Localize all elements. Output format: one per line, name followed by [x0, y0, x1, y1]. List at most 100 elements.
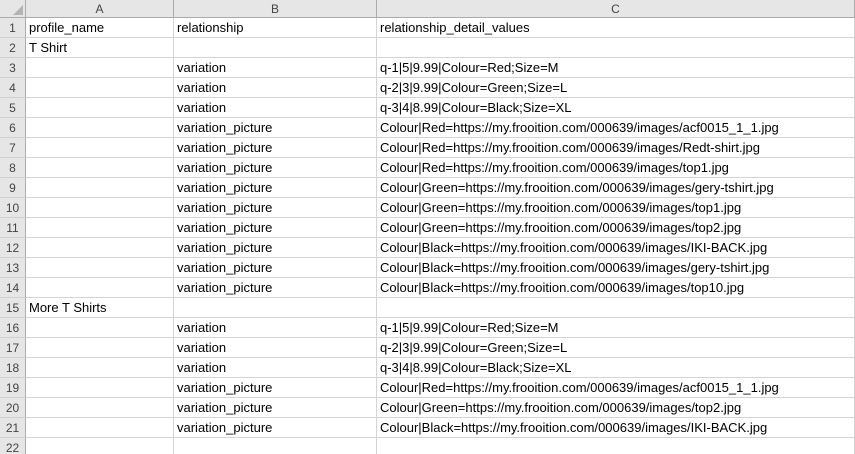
cell-b[interactable]: variation_picture: [174, 418, 377, 438]
row-header[interactable]: 16: [0, 318, 26, 338]
cell-a[interactable]: profile_name: [26, 18, 174, 38]
row-header[interactable]: 14: [0, 278, 26, 298]
row-header[interactable]: 18: [0, 358, 26, 378]
cell-a[interactable]: [26, 438, 174, 454]
row-header[interactable]: 20: [0, 398, 26, 418]
cell-c[interactable]: [377, 298, 855, 318]
cell-a[interactable]: [26, 78, 174, 98]
cell-a[interactable]: [26, 138, 174, 158]
cell-b[interactable]: variation_picture: [174, 198, 377, 218]
row-header[interactable]: 15: [0, 298, 26, 318]
select-all-button[interactable]: [0, 0, 26, 18]
table-row: 4 variation q-2|3|9.99|Colour=Green;Size=L: [0, 78, 855, 98]
cell-c[interactable]: Colour|Green=https://my.frooition.com/00…: [377, 178, 855, 198]
row-header[interactable]: 22: [0, 438, 26, 454]
cell-c[interactable]: q-3|4|8.99|Colour=Black;Size=XL: [377, 98, 855, 118]
table-row: 11 variation_picture Colour|Green=https://…: [0, 218, 855, 238]
cell-b[interactable]: variation: [174, 318, 377, 338]
cell-b[interactable]: variation_picture: [174, 218, 377, 238]
cell-a[interactable]: [26, 418, 174, 438]
cell-c[interactable]: q-2|3|9.99|Colour=Green;Size=L: [377, 78, 855, 98]
cell-a[interactable]: [26, 218, 174, 238]
cell-a[interactable]: [26, 398, 174, 418]
cell-b[interactable]: variation_picture: [174, 158, 377, 178]
row-header[interactable]: 2: [0, 38, 26, 58]
cell-c[interactable]: Colour|Green=https://my.frooition.com/00…: [377, 398, 855, 418]
cell-b[interactable]: relationship: [174, 18, 377, 38]
cell-b[interactable]: variation_picture: [174, 398, 377, 418]
row-header[interactable]: 19: [0, 378, 26, 398]
cell-b[interactable]: [174, 38, 377, 58]
row-header[interactable]: 13: [0, 258, 26, 278]
cell-a[interactable]: [26, 338, 174, 358]
cell-c[interactable]: Colour|Red=https://my.frooition.com/0006…: [377, 378, 855, 398]
column-header-b[interactable]: B: [174, 0, 377, 18]
cell-b[interactable]: variation: [174, 78, 377, 98]
cell-c[interactable]: Colour|Red=https://my.frooition.com/0006…: [377, 118, 855, 138]
cell-b[interactable]: [174, 298, 377, 318]
row-header[interactable]: 3: [0, 58, 26, 78]
cell-c[interactable]: relationship_detail_values: [377, 18, 855, 38]
cell-a[interactable]: [26, 98, 174, 118]
table-row: 2T Shirt: [0, 38, 855, 58]
cell-b[interactable]: variation_picture: [174, 278, 377, 298]
cell-a[interactable]: [26, 358, 174, 378]
cell-c[interactable]: q-3|4|8.99|Colour=Black;Size=XL: [377, 358, 855, 378]
cell-c[interactable]: Colour|Red=https://my.frooition.com/0006…: [377, 138, 855, 158]
row-header[interactable]: 9: [0, 178, 26, 198]
row-header[interactable]: 1: [0, 18, 26, 38]
cell-b[interactable]: variation_picture: [174, 378, 377, 398]
cell-a[interactable]: [26, 378, 174, 398]
row-header[interactable]: 10: [0, 198, 26, 218]
cell-b[interactable]: variation_picture: [174, 178, 377, 198]
cell-a[interactable]: More T Shirts: [26, 298, 174, 318]
row-header[interactable]: 8: [0, 158, 26, 178]
cell-b[interactable]: variation_picture: [174, 138, 377, 158]
cell-a[interactable]: [26, 58, 174, 78]
cell-b[interactable]: variation_picture: [174, 258, 377, 278]
cell-b[interactable]: variation_picture: [174, 118, 377, 138]
table-row: 3 variation q-1|5|9.99|Colour=Red;Size=M: [0, 58, 855, 78]
cell-b[interactable]: variation: [174, 338, 377, 358]
cell-a[interactable]: [26, 178, 174, 198]
cell-b[interactable]: variation: [174, 358, 377, 378]
cell-b[interactable]: variation: [174, 58, 377, 78]
cell-c[interactable]: [377, 438, 855, 454]
row-header[interactable]: 17: [0, 338, 26, 358]
cell-b[interactable]: variation_picture: [174, 238, 377, 258]
cell-a[interactable]: [26, 118, 174, 138]
cell-a[interactable]: [26, 198, 174, 218]
cell-c[interactable]: Colour|Green=https://my.frooition.com/00…: [377, 198, 855, 218]
cell-a[interactable]: [26, 238, 174, 258]
cell-c[interactable]: Colour|Black=https://my.frooition.com/00…: [377, 278, 855, 298]
cell-a[interactable]: [26, 258, 174, 278]
row-header[interactable]: 21: [0, 418, 26, 438]
table-row: 7 variation_picture Colour|Red=https://my.…: [0, 138, 855, 158]
cell-c[interactable]: Colour|Green=https://my.frooition.com/00…: [377, 218, 855, 238]
row-header[interactable]: 6: [0, 118, 26, 138]
cell-c[interactable]: [377, 38, 855, 58]
cell-b[interactable]: variation: [174, 98, 377, 118]
cell-c[interactable]: Colour|Black=https://my.frooition.com/00…: [377, 238, 855, 258]
row-header[interactable]: 11: [0, 218, 26, 238]
row-header[interactable]: 12: [0, 238, 26, 258]
cell-a[interactable]: T Shirt: [26, 38, 174, 58]
cell-b[interactable]: [174, 438, 377, 454]
cell-c[interactable]: q-1|5|9.99|Colour=Red;Size=M: [377, 58, 855, 78]
table-row: 16 variation q-1|5|9.99|Colour=Red;Size=M: [0, 318, 855, 338]
cell-a[interactable]: [26, 158, 174, 178]
table-row: 19 variation_picture Colour|Red=https://my…: [0, 378, 855, 398]
cell-c[interactable]: Colour|Black=https://my.frooition.com/00…: [377, 258, 855, 278]
row-header[interactable]: 5: [0, 98, 26, 118]
row-header[interactable]: 4: [0, 78, 26, 98]
cell-c[interactable]: q-1|5|9.99|Colour=Red;Size=M: [377, 318, 855, 338]
cell-c[interactable]: Colour|Black=https://my.frooition.com/00…: [377, 418, 855, 438]
row-header[interactable]: 7: [0, 138, 26, 158]
cell-c[interactable]: q-2|3|9.99|Colour=Green;Size=L: [377, 338, 855, 358]
cell-c[interactable]: Colour|Red=https://my.frooition.com/0006…: [377, 158, 855, 178]
table-row: 17 variation q-2|3|9.99|Colour=Green;Size=…: [0, 338, 855, 358]
cell-a[interactable]: [26, 278, 174, 298]
cell-a[interactable]: [26, 318, 174, 338]
column-header-a[interactable]: A: [26, 0, 174, 18]
column-header-c[interactable]: C: [377, 0, 855, 18]
